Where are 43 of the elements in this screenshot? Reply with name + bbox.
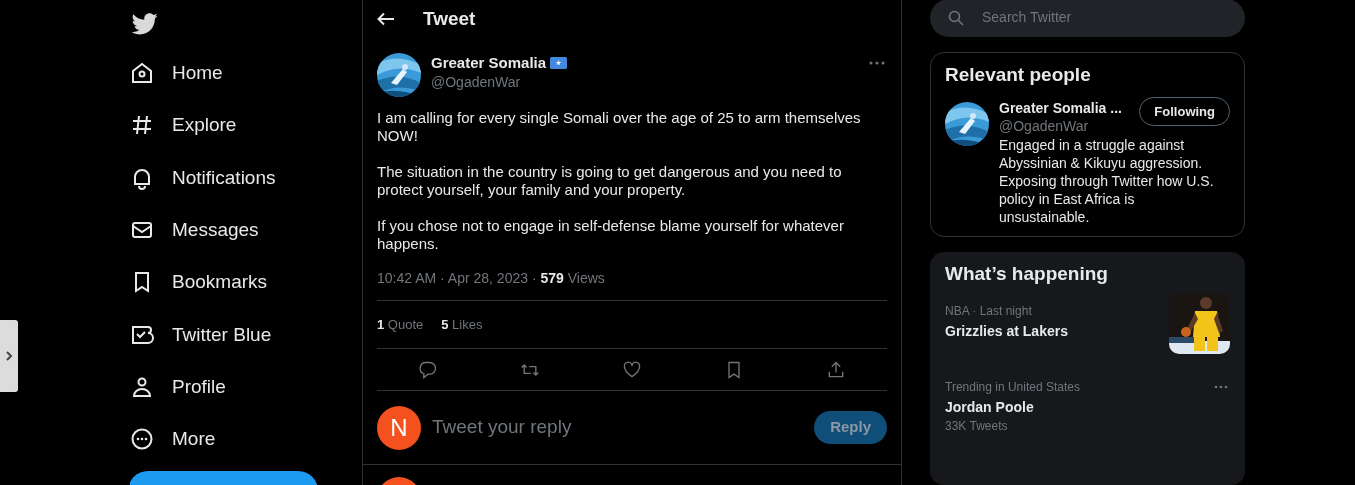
back-arrow-icon[interactable] [377,12,395,26]
search-icon [948,9,964,26]
nav-item[interactable]: Bookmarks [172,270,268,295]
author-handle[interactable]: @OgadenWar [431,73,521,91]
nav-item[interactable]: More [172,427,216,452]
card-title: Relevant people [945,62,1092,87]
share-icon[interactable] [826,359,846,380]
author-name[interactable]: Greater Somalia [431,53,547,73]
trend-title[interactable]: Grizzlies at Lakers [945,320,1068,341]
more-icon[interactable] [869,61,885,65]
nav-item[interactable]: Profile [172,374,226,399]
tweet-text: The situation in the country is going to get dangerous and you need to protect yourself, your family and your property. [377,163,843,199]
reply-icon[interactable] [418,359,438,380]
reply-field[interactable]: Tweet your reply [432,413,815,442]
page-title: Tweet [423,6,476,31]
heart-icon[interactable] [622,359,642,380]
trend-context: Trending in United States [945,378,1080,395]
nav-item[interactable]: Twitter Blue [172,322,272,347]
trend-title[interactable]: Jordan Poole [945,396,1080,417]
nav-item[interactable]: Explore [172,113,237,138]
person-handle[interactable]: @OgadenWar [999,116,1122,135]
search-field[interactable]: Search Twitter [930,0,1245,37]
more-circle-icon [130,427,154,452]
tweet-text: I am calling for every single Somali over the age of 25 to arm themselves NOW! [377,109,862,145]
tweet-meta: 10:42 AM · Apr 28, 2023 · 579 Views [377,269,606,288]
trend-count: 33K Tweets [945,417,1009,434]
person-name[interactable]: Greater Somalia ... [999,98,1122,117]
nav-item[interactable]: Messages [172,218,259,243]
chevron-right-icon [5,351,13,361]
nav-item[interactable]: Notifications [172,165,276,190]
bird-logo-icon[interactable] [132,12,158,35]
person-bio: Engaged in a struggle against Abyssinian & Kikuyu aggression. Exposing through Twitter how U.S. policy in East Africa is unsustainable. [999,135,1215,226]
engagement-count[interactable]: 5 Likes [441,314,483,335]
trend-context: NBA · Last night [945,302,1033,319]
flag-icon [550,57,568,69]
search-input[interactable]: Search Twitter [982,7,1222,29]
home-icon [130,61,154,86]
more-icon[interactable] [1214,384,1228,389]
engagement-count[interactable]: 1 Quote [377,314,424,335]
card-title: What’s happening [945,261,1109,286]
nav-item[interactable]: Home [172,61,223,86]
tweet-text: If you chose not to engage in self-defense blame yourself for whatever happens. [377,217,845,253]
sidebar-toggle[interactable] [0,320,18,392]
